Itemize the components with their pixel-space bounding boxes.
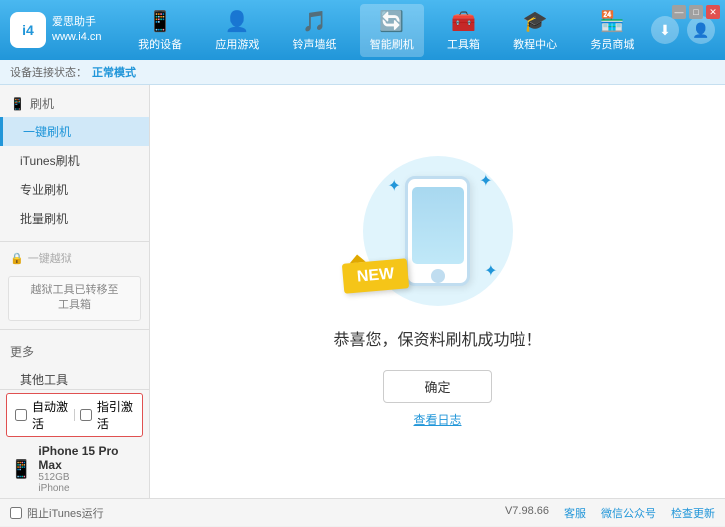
- smart-flash-icon: 🔄: [379, 9, 404, 34]
- nav-smart-flash[interactable]: 🔄 智能刷机: [360, 4, 424, 57]
- guide-activate-label: 指引激活: [97, 398, 134, 432]
- sidebar-divider-1: [0, 241, 149, 242]
- sidebar-item-itunes-flash[interactable]: iTunes刷机: [0, 146, 149, 175]
- nav-my-device[interactable]: 📱 我的设备: [128, 4, 192, 57]
- sidebar: 📱 刷机 一键刷机 iTunes刷机 专业刷机 批量刷机 🔒 一键越狱 越狱工具…: [0, 85, 150, 498]
- sparkle-br: ✦: [484, 261, 497, 281]
- nav-apps-games[interactable]: 👤 应用游戏: [205, 4, 269, 57]
- status-bar: 设备连接状态： 正常模式: [0, 60, 725, 85]
- sparkle-tr: ✦: [479, 171, 492, 191]
- device-icon: 📱: [10, 459, 32, 480]
- my-device-icon: 📱: [148, 9, 173, 34]
- device-type: iPhone: [38, 483, 139, 494]
- success-illustration: ✦ ✦ ✦ NEW: [363, 156, 513, 306]
- sidebar-notice: 越狱工具已转移至工具箱: [8, 276, 141, 321]
- more-section-label: 更多: [10, 343, 34, 360]
- flash-section: 📱 刷机 一键刷机 iTunes刷机 专业刷机 批量刷机: [0, 85, 149, 238]
- row-divider: [74, 409, 75, 421]
- tutorial-icon: 🎓: [523, 9, 548, 34]
- ringtones-icon: 🎵: [302, 9, 327, 34]
- nav-merchant[interactable]: 🏪 务员商城: [580, 4, 644, 57]
- download-btn[interactable]: ⬇: [651, 16, 679, 44]
- device-bottom-section: 自动激活 指引激活 📱 iPhone 15 Pro Max 512GB iPho…: [0, 389, 149, 498]
- wechat-link[interactable]: 微信公众号: [601, 505, 656, 521]
- flash-section-icon: 📱: [10, 97, 25, 111]
- content-area: ✦ ✦ ✦ NEW 恭喜您，保资料刷机成功啦！ 确定 查看日志: [150, 85, 725, 498]
- user-btn[interactable]: 👤: [687, 16, 715, 44]
- sidebar-divider-2: [0, 329, 149, 330]
- device-details: iPhone 15 Pro Max 512GB iPhone: [38, 444, 139, 494]
- nav-apps-games-label: 应用游戏: [215, 36, 259, 52]
- footer-left: 阻止iTunes运行: [10, 505, 104, 521]
- confirm-button[interactable]: 确定: [383, 370, 491, 403]
- maximize-button[interactable]: □: [689, 5, 703, 19]
- app-url: www.i4.cn: [52, 30, 102, 45]
- phone-body: [405, 176, 470, 286]
- sidebar-item-batch-flash[interactable]: 批量刷机: [0, 204, 149, 233]
- footer: 阻止iTunes运行 V7.98.66 客服 微信公众号 检查更新: [0, 498, 725, 526]
- nav-tutorial-label: 教程中心: [513, 36, 557, 52]
- app-name: 爱思助手: [52, 15, 102, 30]
- phone-home-button: [431, 269, 445, 283]
- merchant-icon: 🏪: [600, 9, 625, 34]
- nav-toolbox[interactable]: 🧰 工具箱: [437, 4, 490, 57]
- status-label: 设备连接状态：: [10, 64, 87, 80]
- locked-label: 一键越狱: [28, 250, 72, 266]
- nav-smart-flash-label: 智能刷机: [370, 36, 414, 52]
- main-layout: 📱 刷机 一键刷机 iTunes刷机 专业刷机 批量刷机 🔒 一键越狱 越狱工具…: [0, 85, 725, 498]
- nav-merchant-label: 务员商城: [590, 36, 634, 52]
- auto-activate-row: 自动激活 指引激活: [6, 393, 143, 437]
- footer-right: V7.98.66 客服 微信公众号 检查更新: [505, 505, 715, 521]
- guide-activate-checkbox[interactable]: [80, 409, 92, 421]
- flash-section-label: 刷机: [30, 95, 54, 112]
- log-link[interactable]: 查看日志: [413, 411, 461, 428]
- device-name: iPhone 15 Pro Max: [38, 444, 139, 472]
- nav-toolbox-label: 工具箱: [447, 36, 480, 52]
- nav-bar: 📱 我的设备 👤 应用游戏 🎵 铃声墙纸 🔄 智能刷机 🧰 工具箱 🎓: [122, 4, 651, 57]
- check-update-link[interactable]: 检查更新: [671, 505, 715, 521]
- itunes-checkbox[interactable]: [10, 507, 22, 519]
- phone-screen: [412, 187, 464, 264]
- auto-activate-checkbox[interactable]: [15, 409, 27, 421]
- device-storage: 512GB: [38, 472, 139, 483]
- sidebar-item-pro-flash[interactable]: 专业刷机: [0, 175, 149, 204]
- success-text: 恭喜您，保资料刷机成功啦！: [333, 326, 541, 350]
- minimize-button[interactable]: —: [672, 5, 686, 19]
- nav-ringtones-label: 铃声墙纸: [293, 36, 337, 52]
- logo-text: 爱思助手 www.i4.cn: [52, 15, 102, 46]
- toolbox-icon: 🧰: [451, 9, 476, 34]
- app-logo: i4 爱思助手 www.i4.cn: [10, 12, 102, 48]
- nav-ringtones[interactable]: 🎵 铃声墙纸: [283, 4, 347, 57]
- sparkle-tl: ✦: [388, 176, 401, 196]
- lock-icon: 🔒: [10, 252, 24, 265]
- more-section-header: 更多: [0, 338, 149, 365]
- status-value: 正常模式: [92, 64, 136, 80]
- close-button[interactable]: ✕: [706, 5, 720, 19]
- new-badge: NEW: [341, 258, 409, 294]
- itunes-label: 阻止iTunes运行: [27, 505, 104, 521]
- header-right: ⬇ 👤: [651, 16, 715, 44]
- sidebar-item-one-click[interactable]: 一键刷机: [0, 117, 149, 146]
- flash-section-header: 📱 刷机: [0, 90, 149, 117]
- sidebar-locked: 🔒 一键越狱: [0, 245, 149, 271]
- header: i4 爱思助手 www.i4.cn 📱 我的设备 👤 应用游戏 🎵 铃声墙纸 🔄…: [0, 0, 725, 60]
- nav-my-device-label: 我的设备: [138, 36, 182, 52]
- version-label: V7.98.66: [505, 505, 549, 521]
- window-controls: — □ ✕: [672, 5, 720, 19]
- phone-circle: ✦ ✦ ✦ NEW: [363, 156, 513, 306]
- logo-icon: i4: [10, 12, 46, 48]
- device-info: 📱 iPhone 15 Pro Max 512GB iPhone: [0, 440, 149, 498]
- home-link[interactable]: 客服: [564, 505, 586, 521]
- auto-activate-label: 自动激活: [32, 398, 69, 432]
- nav-tutorial[interactable]: 🎓 教程中心: [503, 4, 567, 57]
- apps-games-icon: 👤: [225, 9, 250, 34]
